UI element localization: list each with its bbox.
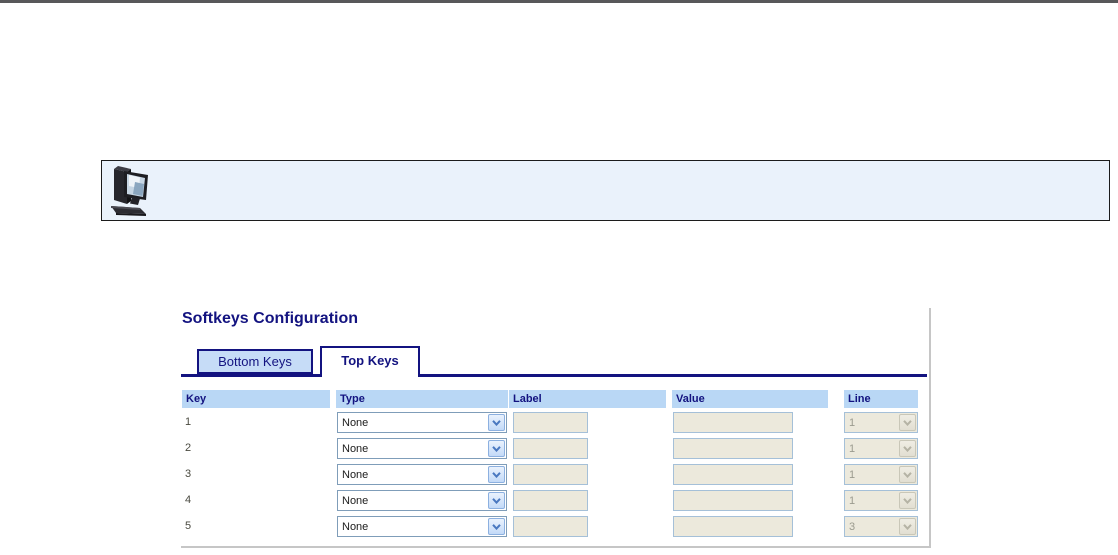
column-header-type: Type — [336, 390, 508, 408]
value-input[interactable] — [673, 516, 793, 537]
type-select[interactable]: None — [337, 490, 507, 511]
line-select-value: 1 — [849, 443, 856, 455]
chevron-down-icon — [488, 440, 505, 457]
chevron-down-icon — [899, 414, 916, 431]
column-header-key: Key — [182, 390, 330, 408]
label-input[interactable] — [513, 516, 588, 537]
line-select-value: 1 — [849, 417, 856, 429]
computer-monitor-icon — [111, 166, 148, 216]
value-input[interactable] — [673, 464, 793, 485]
column-header-label: Label — [509, 390, 666, 408]
key-number: 1 — [185, 416, 192, 428]
tab-top-keys[interactable]: Top Keys — [320, 346, 420, 377]
note-box — [101, 160, 1110, 221]
softkey-row: 2 None 1 — [181, 436, 927, 462]
column-header-line: Line — [844, 390, 918, 408]
key-number: 4 — [185, 494, 192, 506]
softkeys-configuration-panel: Softkeys Configuration Bottom Keys Top K… — [181, 308, 931, 548]
line-select[interactable]: 1 — [844, 490, 918, 511]
line-select-value: 3 — [849, 521, 856, 533]
type-select[interactable]: None — [337, 464, 507, 485]
value-input[interactable] — [673, 490, 793, 511]
label-input[interactable] — [513, 490, 588, 511]
type-select-value: None — [342, 469, 369, 481]
type-select[interactable]: None — [337, 412, 507, 433]
line-select-value: 1 — [849, 469, 856, 481]
key-number: 5 — [185, 520, 192, 532]
chevron-down-icon — [488, 492, 505, 509]
softkey-row: 4 None 1 — [181, 488, 927, 514]
chevron-down-icon — [899, 492, 916, 509]
chevron-down-icon — [488, 414, 505, 431]
page-title: Softkeys Configuration — [182, 310, 359, 327]
key-number: 3 — [185, 468, 192, 480]
softkey-row: 3 None 1 — [181, 462, 927, 488]
chevron-down-icon — [899, 518, 916, 535]
chevron-down-icon — [488, 466, 505, 483]
line-select[interactable]: 1 — [844, 438, 918, 459]
value-input[interactable] — [673, 412, 793, 433]
type-select-value: None — [342, 495, 369, 507]
page-top-rule — [0, 0, 1118, 3]
type-select[interactable]: None — [337, 438, 507, 459]
column-header-value: Value — [672, 390, 828, 408]
line-select[interactable]: 3 — [844, 516, 918, 537]
key-number: 2 — [185, 442, 192, 454]
type-select-value: None — [342, 417, 369, 429]
type-select-value: None — [342, 521, 369, 533]
label-input[interactable] — [513, 438, 588, 459]
tab-underline — [181, 374, 927, 377]
label-input[interactable] — [513, 412, 588, 433]
type-select-value: None — [342, 443, 369, 455]
chevron-down-icon — [488, 518, 505, 535]
line-select[interactable]: 1 — [844, 464, 918, 485]
tab-bottom-keys[interactable]: Bottom Keys — [197, 349, 313, 374]
value-input[interactable] — [673, 438, 793, 459]
softkey-row: 5 None 3 — [181, 514, 927, 540]
label-input[interactable] — [513, 464, 588, 485]
line-select[interactable]: 1 — [844, 412, 918, 433]
softkey-row: 1 None 1 — [181, 410, 927, 436]
chevron-down-icon — [899, 466, 916, 483]
chevron-down-icon — [899, 440, 916, 457]
line-select-value: 1 — [849, 495, 856, 507]
type-select[interactable]: None — [337, 516, 507, 537]
